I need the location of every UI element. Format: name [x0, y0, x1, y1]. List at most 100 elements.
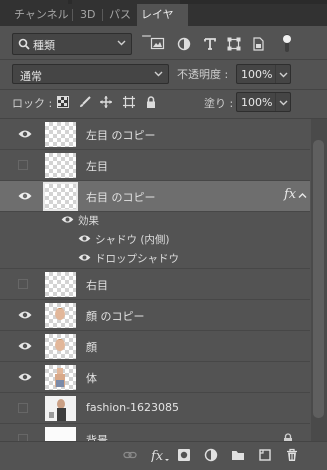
- tab-channels[interactable]: チャンネル: [10, 4, 73, 26]
- layer-name[interactable]: 左目: [86, 158, 108, 174]
- layer-thumbnail: [45, 396, 76, 421]
- visibility-toggle-empty[interactable]: [18, 279, 28, 289]
- delete-layer-icon[interactable]: [285, 448, 299, 462]
- adjustment-layer-icon[interactable]: [204, 448, 218, 462]
- fill-value: 100%: [241, 96, 273, 109]
- shape-filter-icon[interactable]: [226, 36, 242, 52]
- lock-icon: [284, 433, 292, 441]
- visibility-toggle-empty[interactable]: [18, 160, 28, 170]
- face-thumbnail-icon: [54, 339, 66, 351]
- layer-name[interactable]: 左目 のコピー: [86, 127, 156, 143]
- layer-name[interactable]: fashion-1623085: [86, 401, 179, 414]
- layer-name[interactable]: 体: [86, 370, 97, 386]
- lock-artboard-icon[interactable]: [123, 96, 135, 108]
- layer-thumbnail: [45, 272, 76, 297]
- tab-paths[interactable]: パス: [105, 4, 135, 26]
- type-filter-icon[interactable]: [202, 36, 218, 52]
- panel-tab-bar: チャンネル 3D パス レイヤー: [0, 0, 327, 43]
- filter-kind-dropdown[interactable]: 種類: [12, 33, 132, 55]
- effect-name: ドロップシャドウ: [95, 253, 179, 265]
- opacity-value: 100%: [241, 68, 273, 81]
- lock-transparent-pixels-icon[interactable]: [57, 96, 69, 108]
- face-thumbnail-icon: [54, 308, 66, 320]
- chevron-up-icon[interactable]: [298, 191, 307, 200]
- filter-kind-label: 種類: [33, 39, 55, 52]
- chevron-down-icon: [117, 40, 126, 46]
- tab-separator: [72, 9, 73, 21]
- visibility-toggle-empty[interactable]: [18, 434, 28, 441]
- divider: [0, 59, 327, 60]
- layer-mask-icon[interactable]: [177, 448, 191, 462]
- fx-icon[interactable]: fx: [151, 448, 169, 462]
- tab-separator: [102, 9, 103, 21]
- layer-thumbnail: [45, 334, 76, 359]
- layer-row[interactable]: 顔: [0, 331, 310, 362]
- layer-row[interactable]: 背景: [0, 424, 310, 441]
- opacity-input[interactable]: 100%: [236, 64, 291, 84]
- opacity-label: 不透明度 :: [177, 68, 229, 81]
- chevron-down-icon: [279, 100, 288, 106]
- visibility-eye-icon[interactable]: [18, 129, 32, 139]
- chevron-down-icon: [154, 71, 163, 77]
- layer-thumbnail: [45, 153, 76, 178]
- visibility-eye-icon[interactable]: [18, 191, 32, 201]
- layers-scrollbar-thumb[interactable]: [313, 140, 324, 418]
- svg-text:fx: fx: [151, 449, 164, 462]
- visibility-eye-icon[interactable]: [78, 234, 91, 243]
- lock-all-icon[interactable]: [145, 96, 157, 108]
- tab-3d[interactable]: 3D: [76, 4, 99, 26]
- lock-image-pixels-icon[interactable]: [79, 96, 91, 108]
- layer-name[interactable]: 背景: [86, 432, 108, 441]
- layer-name[interactable]: 顔: [86, 339, 97, 355]
- layer-thumbnail: [45, 427, 76, 441]
- visibility-eye-icon[interactable]: [61, 215, 74, 224]
- layer-name[interactable]: 右目: [86, 277, 108, 293]
- fill-input[interactable]: 100%: [236, 92, 291, 112]
- layer-thumbnail: [43, 182, 78, 211]
- layer-row[interactable]: 右目: [0, 269, 310, 300]
- divider: [0, 89, 327, 90]
- adjustment-filter-icon[interactable]: [176, 36, 192, 52]
- layer-row[interactable]: 左目: [0, 150, 310, 181]
- fx-badge[interactable]: fx: [284, 187, 296, 202]
- photo-thumbnail-icon: [45, 396, 76, 421]
- filter-toggle-switch[interactable]: [282, 32, 292, 54]
- layer-row[interactable]: fashion-1623085: [0, 393, 310, 424]
- visibility-eye-icon[interactable]: [18, 341, 32, 351]
- opacity-dropdown-button[interactable]: [275, 65, 290, 83]
- pixel-filter-icon[interactable]: [150, 36, 166, 52]
- visibility-eye-icon[interactable]: [78, 253, 91, 262]
- visibility-toggle-empty[interactable]: [18, 403, 28, 413]
- layer-row-selected[interactable]: 右目 のコピー fx: [0, 181, 310, 212]
- layer-thumbnail: [45, 303, 76, 328]
- layer-row[interactable]: 顔 のコピー: [0, 300, 310, 331]
- smart-object-filter-icon[interactable]: [250, 36, 266, 52]
- link-layers-icon[interactable]: [123, 448, 137, 462]
- effects-label: 効果: [78, 215, 99, 227]
- effect-item[interactable]: ドロップシャドウ: [0, 248, 310, 269]
- layer-thumbnail: [45, 365, 76, 390]
- layer-name[interactable]: 顔 のコピー: [86, 308, 145, 324]
- effect-item[interactable]: シャドウ (内側): [0, 229, 310, 249]
- tab-gap: [180, 0, 327, 4]
- layer-name[interactable]: 右目 のコピー: [86, 189, 156, 205]
- tab-layers[interactable]: レイヤー: [137, 4, 188, 43]
- effect-name: シャドウ (内側): [95, 234, 170, 246]
- layer-row[interactable]: 体: [0, 362, 310, 393]
- chevron-down-icon: [279, 72, 288, 78]
- new-group-icon[interactable]: [231, 448, 245, 462]
- effects-group[interactable]: 効果: [0, 210, 310, 230]
- layers-list: 左目 のコピー 左目 右目 のコピー fx 効果 シャドウ (内側) ドロップシ…: [0, 119, 310, 441]
- fill-dropdown-button[interactable]: [275, 93, 290, 111]
- search-icon: [18, 38, 30, 50]
- new-layer-icon[interactable]: [258, 448, 272, 462]
- visibility-eye-icon[interactable]: [18, 310, 32, 320]
- layer-thumbnail: [45, 122, 76, 147]
- body-thumbnail-icon: [55, 368, 65, 387]
- layer-row[interactable]: 左目 のコピー: [0, 119, 310, 150]
- blend-mode-label: 通常: [20, 70, 42, 83]
- lock-label: ロック :: [12, 97, 53, 110]
- lock-position-icon[interactable]: [100, 96, 112, 108]
- blend-mode-dropdown[interactable]: 通常: [12, 64, 169, 84]
- visibility-eye-icon[interactable]: [18, 372, 32, 382]
